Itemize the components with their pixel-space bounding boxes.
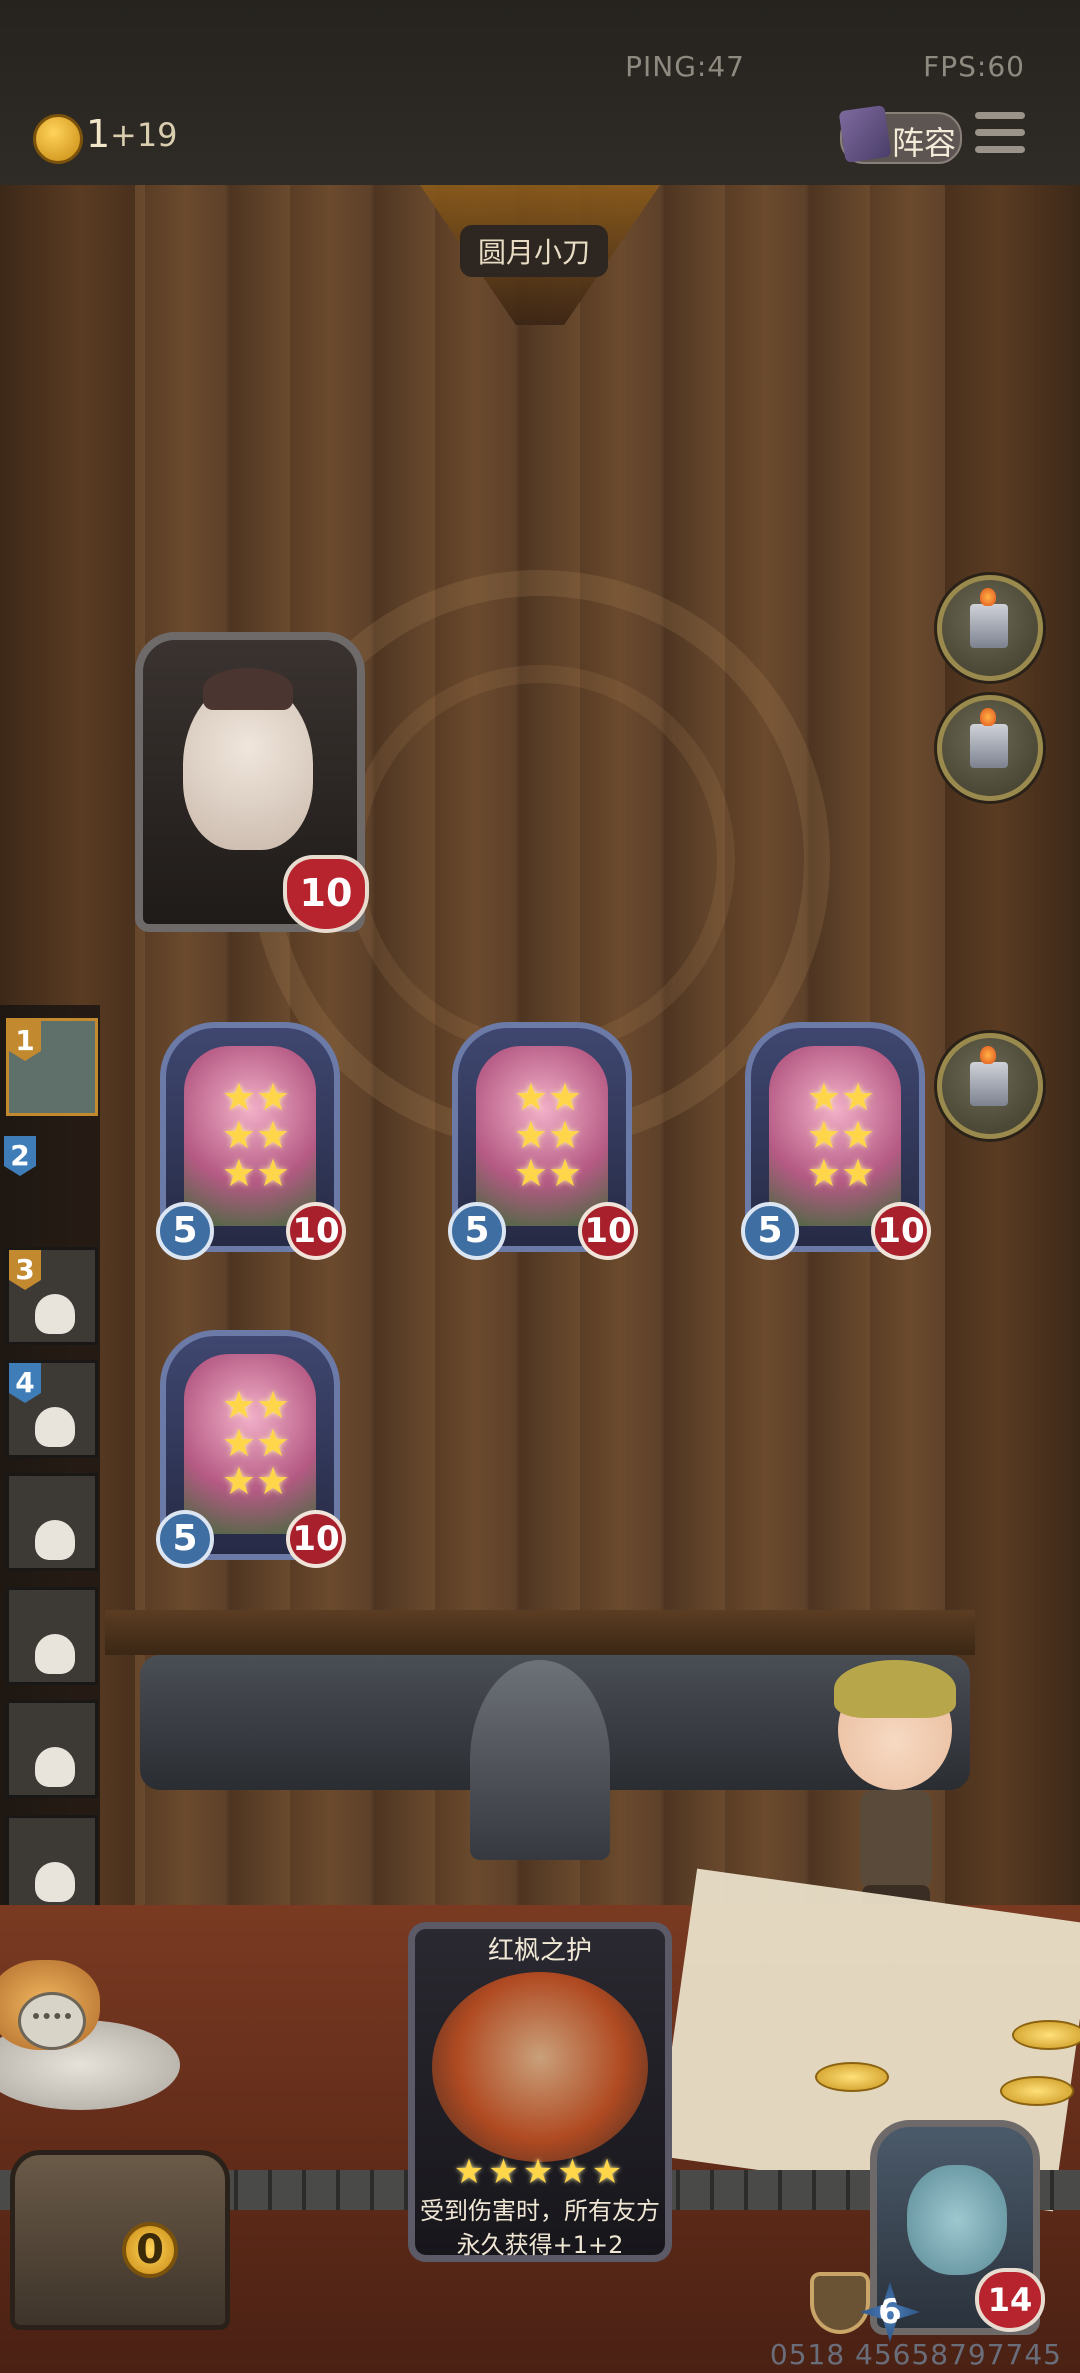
skull-icon — [35, 1294, 75, 1334]
ping-readout: PING:47 — [625, 50, 745, 83]
board-shelf — [105, 1610, 975, 1655]
minion-attack: 5 — [448, 1202, 506, 1260]
rank-badge: 1 — [9, 1021, 41, 1061]
offered-card-stars: ★★★★★ — [453, 2152, 627, 2192]
skull-icon — [35, 1634, 75, 1674]
coin-chest[interactable] — [10, 2150, 230, 2330]
minion-card[interactable]: ★★ ★★ ★★ 5 10 — [448, 1022, 638, 1260]
opponent-health: 10 — [283, 855, 369, 933]
offered-card-description: 受到伤害时，所有友方永久获得+1+2 — [420, 2197, 660, 2259]
refresh-lever[interactable] — [470, 1660, 610, 1860]
board-emblem-inner — [345, 665, 735, 1055]
gold-coin — [1012, 2020, 1080, 2050]
rank-item[interactable] — [6, 1815, 98, 1913]
player-health: 14 — [975, 2268, 1045, 2332]
minion-health: 10 — [286, 1202, 346, 1260]
offered-card-art — [432, 1972, 648, 2162]
minion-health: 10 — [871, 1202, 931, 1260]
skull-icon — [35, 1520, 75, 1560]
rank-item[interactable] — [6, 1700, 98, 1798]
user-id: 0518 45658797745 — [769, 2338, 1062, 2371]
minion-card[interactable]: ★★ ★★ ★★ 5 10 — [156, 1022, 346, 1260]
opponent-name: 圆月小刀 — [460, 225, 609, 277]
lighter-token-icon[interactable] — [937, 575, 1043, 681]
star-level: ★★ ★★ ★★ — [513, 1075, 583, 1195]
rank-item[interactable] — [6, 1587, 98, 1685]
minion-health: 10 — [578, 1202, 638, 1260]
rank-badge: 3 — [9, 1250, 41, 1290]
fps-readout: FPS:60 — [923, 50, 1025, 83]
lineup-label[interactable]: 阵容 — [892, 118, 956, 164]
chat-icon[interactable] — [18, 1992, 86, 2050]
rank-badge: 4 — [9, 1363, 41, 1403]
skull-icon — [35, 1747, 75, 1787]
minion-attack: 5 — [156, 1202, 214, 1260]
crown-coin-icon — [33, 114, 83, 164]
rank-item[interactable]: 4 — [6, 1360, 98, 1458]
menu-icon[interactable] — [975, 112, 1025, 160]
star-level: ★★ ★★ ★★ — [806, 1075, 876, 1195]
offered-card-title: 红枫之护 — [487, 1936, 592, 1966]
star-level: ★★ ★★ ★★ — [221, 1075, 291, 1195]
skull-icon — [35, 1862, 75, 1902]
book-icon — [838, 105, 892, 163]
gold-coin — [815, 2062, 889, 2092]
minion-card[interactable]: ★★ ★★ ★★ 5 10 — [156, 1330, 346, 1568]
rank-item[interactable]: 1 — [6, 1018, 98, 1116]
lighter-token-icon[interactable] — [937, 695, 1043, 801]
rank-item[interactable] — [6, 1473, 98, 1571]
lighter-token-icon[interactable] — [937, 1033, 1043, 1139]
gold-coin — [1000, 2076, 1074, 2106]
chest-coin-count: 0 — [122, 2222, 178, 2278]
minion-card[interactable]: ★★ ★★ ★★ 5 10 — [741, 1022, 931, 1260]
minion-health: 10 — [286, 1510, 346, 1568]
star-level: ★★ ★★ ★★ — [221, 1383, 291, 1503]
shield-icon — [810, 2272, 870, 2334]
rank-item[interactable]: 3 — [6, 1247, 98, 1345]
coin-bonus: +19 — [110, 116, 178, 154]
coin-count: 1 — [86, 112, 111, 156]
skull-icon — [35, 1407, 75, 1447]
minion-attack: 5 — [741, 1202, 799, 1260]
minion-attack: 5 — [156, 1510, 214, 1568]
